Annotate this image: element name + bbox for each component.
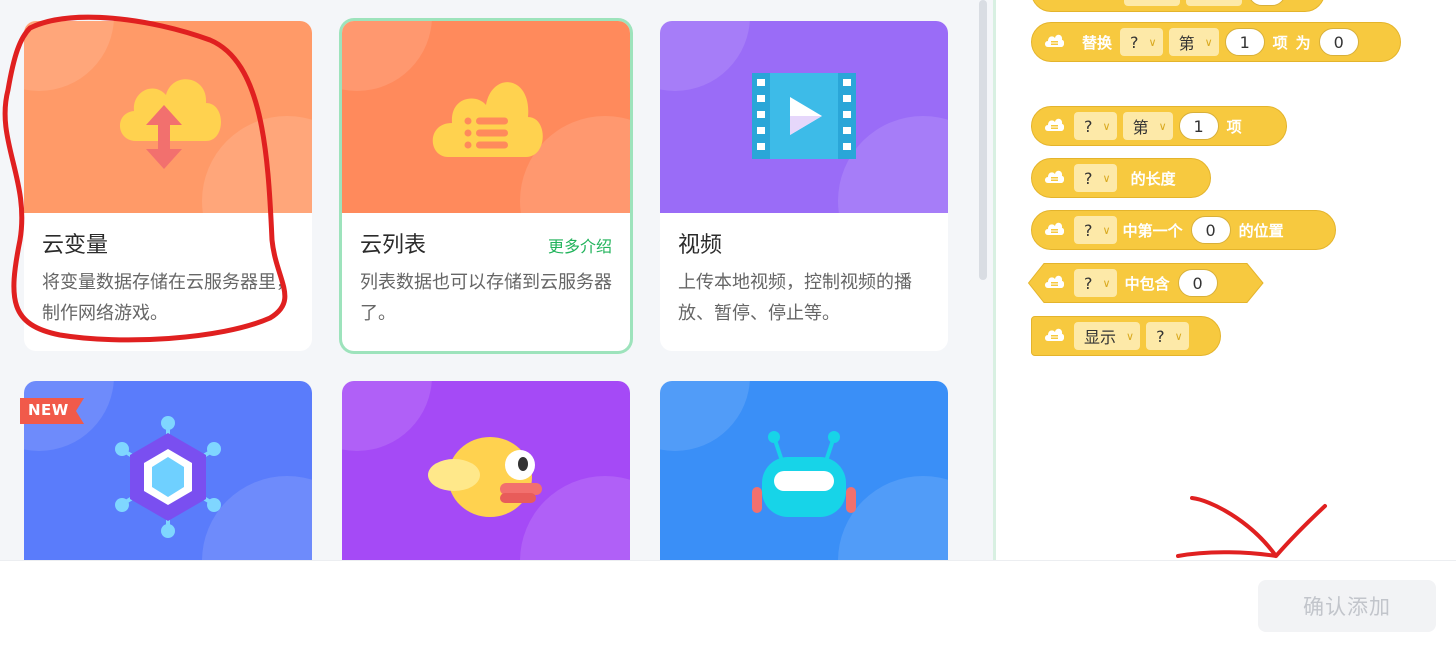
card-description: 上传本地视频，控制视频的播放、暂停、停止等。: [678, 272, 912, 324]
block-word: 替换: [1082, 33, 1113, 52]
list-dropdown[interactable]: ? ∨: [1120, 28, 1163, 56]
card-title: 云变量: [42, 233, 109, 258]
index-mode-dropdown[interactable]: 第 ∨: [1168, 28, 1219, 56]
cloud-list-icon: [1045, 275, 1064, 288]
cloud-list-icon: [1045, 170, 1064, 183]
footer-bar: [0, 560, 1456, 646]
chevron-down-icon: ∨: [1126, 329, 1135, 343]
block-partial-top[interactable]: [1031, 0, 1325, 12]
card-title: 视频: [678, 233, 723, 258]
block-word: 中第一个: [1122, 221, 1183, 240]
extension-card-video[interactable]: 视频 上传本地视频，控制视频的播放、暂停、停止等。: [660, 21, 948, 351]
block-preview-panel: 替换 ? ∨ 第 ∨ 1 项 为 0 ? ∨ 第 ∨ 1 项 ? ∨ 的长度 ? ∨ 中第一…: [996, 0, 1456, 560]
block-index-of[interactable]: ? ∨ 中第一个 0 的位置: [1031, 210, 1336, 250]
card-description: 列表数据也可以存储到云服务器了。: [360, 272, 612, 324]
extension-card-cloud-list[interactable]: 云列表 更多介绍 列表数据也可以存储到云服务器了。: [342, 21, 630, 351]
chevron-down-icon: ∨: [1174, 329, 1183, 343]
block-replace-item[interactable]: 替换 ? ∨ 第 ∨ 1 项 为 0: [1031, 22, 1401, 62]
card-banner: [342, 381, 630, 560]
chevron-down-icon: ∨: [1102, 223, 1111, 237]
chevron-down-icon: ∨: [1102, 119, 1111, 133]
hexagon-network-icon: [115, 416, 221, 538]
list-dropdown[interactable]: ? ∨: [1074, 216, 1117, 244]
list-dropdown[interactable]: ? ∨: [1074, 112, 1117, 140]
cloud-list-icon: [432, 82, 543, 157]
value-input[interactable]: 0: [1318, 28, 1359, 56]
video-play-icon: [752, 73, 856, 159]
chevron-down-icon: ∨: [1148, 35, 1157, 49]
list-dropdown[interactable]: ? ∨: [1146, 322, 1189, 350]
chevron-down-icon: ∨: [1204, 35, 1213, 49]
block-word: 中包含: [1124, 274, 1170, 293]
new-badge: NEW: [20, 398, 84, 424]
chevron-down-icon: ∨: [1158, 119, 1167, 133]
extension-card-6[interactable]: [660, 381, 948, 560]
block-get-item[interactable]: ? ∨ 第 ∨ 1 项: [1031, 106, 1287, 146]
index-mode-dropdown[interactable]: 第 ∨: [1122, 112, 1173, 140]
card-banner: [660, 21, 948, 213]
list-dropdown[interactable]: ? ∨: [1074, 269, 1117, 297]
block-word: 的位置: [1238, 221, 1284, 240]
block-word: 的长度: [1130, 169, 1176, 188]
cloud-list-icon: [1045, 328, 1064, 341]
block-word: 为: [1295, 33, 1311, 52]
show-hide-dropdown[interactable]: 显示 ∨: [1074, 322, 1141, 350]
new-badge-label: NEW: [28, 401, 69, 419]
extension-card-cloud-variable[interactable]: 云变量 将变量数据存储在云服务器里，制作网络游戏。: [24, 21, 312, 351]
block-word: 项: [1226, 117, 1242, 136]
index-input[interactable]: 1: [1178, 112, 1219, 140]
block-word: 项: [1272, 33, 1288, 52]
cloud-upload-download-icon: [119, 79, 221, 169]
extension-grid: 云变量 将变量数据存储在云服务器里，制作网络游戏。 云列表 更多介绍 列表数据也…: [0, 0, 995, 560]
block-list-length[interactable]: ? ∨ 的长度: [1031, 158, 1211, 198]
card-banner: [24, 21, 312, 213]
robot-icon: [752, 431, 856, 517]
extension-card-5[interactable]: [342, 381, 630, 560]
card-title: 云列表: [360, 233, 427, 258]
list-dropdown[interactable]: ? ∨: [1074, 164, 1117, 192]
card-description: 将变量数据存储在云服务器里，制作网络游戏。: [42, 272, 294, 324]
block-show-list[interactable]: 显示 ∨ ? ∨: [1031, 316, 1221, 356]
value-input[interactable]: 0: [1190, 216, 1231, 244]
card-banner: [660, 381, 948, 560]
scrollbar-thumb[interactable]: [979, 0, 987, 280]
cloud-list-icon: [1045, 34, 1064, 47]
confirm-add-button[interactable]: 确认添加: [1258, 580, 1436, 632]
cloud-list-icon: [1045, 118, 1064, 131]
bird-icon: [428, 437, 542, 517]
more-info-link[interactable]: 更多介绍: [548, 233, 612, 257]
chevron-down-icon: ∨: [1102, 171, 1111, 185]
card-banner: [342, 21, 630, 213]
block-list-contains[interactable]: ? ∨ 中包含 0: [1028, 263, 1264, 303]
value-input[interactable]: 0: [1177, 269, 1218, 297]
cloud-list-icon: [1045, 222, 1064, 235]
chevron-down-icon: ∨: [1102, 276, 1111, 290]
index-input[interactable]: 1: [1224, 28, 1265, 56]
